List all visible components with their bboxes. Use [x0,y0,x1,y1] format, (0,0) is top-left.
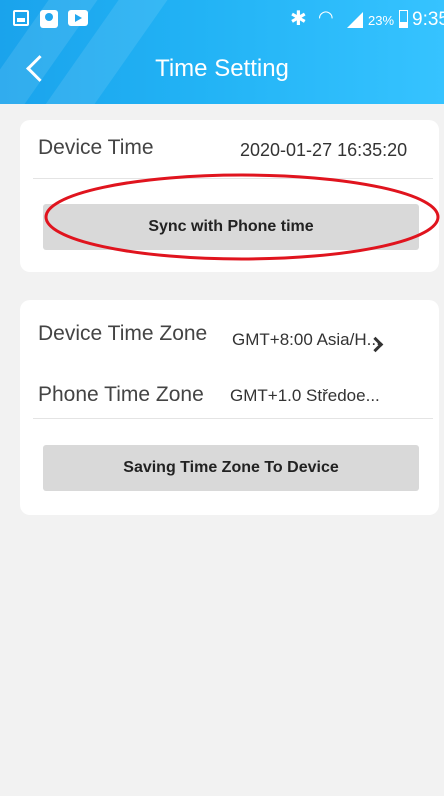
sync-with-phone-time-button[interactable]: Sync with Phone time [43,204,419,250]
phone-timezone-label: Phone Time Zone [38,383,204,406]
device-timezone-label: Device Time Zone [38,322,208,345]
bluetooth-icon: ✱ [290,6,307,30]
battery-percent: 23% [368,13,395,28]
top-bar: ✱ ◠ 23% 9:35 Time Setting [0,0,444,104]
page-title: Time Setting [155,55,289,82]
save-timezone-button[interactable]: Saving Time Zone To Device [43,445,419,491]
battery-icon [399,10,408,28]
divider [33,178,433,179]
video-icon [68,10,88,26]
timezone-card: Device Time Zone GMT+8:00 Asia/H... Phon… [20,300,439,515]
device-time-value: 2020-01-27 16:35:20 [240,140,408,160]
phone-timezone-value: GMT+1.0 Středoe... [230,386,380,405]
location-icon [40,10,58,28]
device-timezone-value[interactable]: GMT+8:00 Asia/H... [232,330,381,350]
wifi-icon: ◠ [318,7,334,28]
device-time-label: Device Time [38,136,154,159]
device-time-card: Device Time 2020-01-27 16:35:20 Sync wit… [20,120,439,272]
signal-icon [347,12,363,28]
status-bar: ✱ ◠ 23% 9:35 [0,0,444,40]
divider [33,418,433,419]
clock: 9:35 [412,9,444,30]
gallery-icon [13,10,29,26]
